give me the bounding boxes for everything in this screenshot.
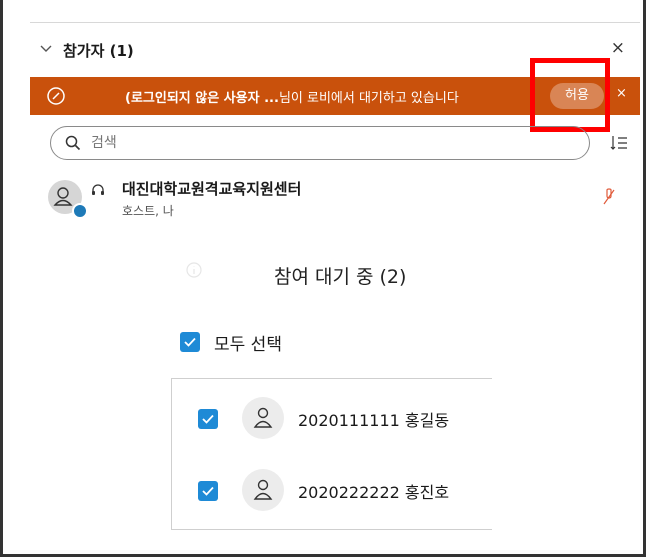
sort-icon[interactable] [610, 134, 628, 156]
headset-icon [90, 182, 106, 202]
list-item[interactable]: 2020222222 홍진호 [172, 463, 493, 517]
list-item[interactable]: 2020111111 홍길동 [172, 391, 493, 445]
participant-name: 2020111111 홍길동 [298, 411, 450, 430]
info-icon [186, 262, 202, 282]
search-icon [65, 135, 81, 155]
waiting-title: 참여 대기 중 (2) [274, 266, 407, 288]
avatar [242, 469, 284, 511]
mic-muted-icon[interactable] [602, 188, 616, 210]
person-icon [253, 407, 273, 428]
participants-title: 참가자 (1) [63, 42, 134, 60]
search-input[interactable] [91, 133, 571, 153]
host-participant-row[interactable]: 대진대학교원격교육지원센터 호스트, 나 [48, 176, 638, 220]
highlight-box [530, 58, 610, 132]
lobby-notification-text: (로그인되지 않은 사용자 ...님이 로비에서 대기하고 있습니다 [125, 87, 459, 106]
close-panel-button[interactable]: × [611, 38, 625, 58]
checkbox-checked-icon[interactable] [180, 332, 200, 352]
search-box[interactable] [50, 126, 590, 160]
avatar [242, 397, 284, 439]
select-all-label: 모두 선택 [214, 335, 282, 355]
close-banner-button[interactable]: × [616, 86, 627, 101]
waiting-list: 2020111111 홍길동 2020222222 홍진호 [171, 378, 492, 530]
lobby-user-name: (로그인되지 않은 사용자 ... [125, 91, 279, 106]
host-role: 호스트, 나 [122, 204, 174, 218]
chevron-down-icon[interactable] [39, 40, 53, 59]
lobby-alert-icon [46, 86, 66, 110]
lobby-message: 님이 로비에서 대기하고 있습니다 [278, 91, 459, 106]
host-name: 대진대학교원격교육지원센터 [122, 180, 302, 198]
checkbox-checked-icon[interactable] [198, 481, 218, 501]
divider [30, 22, 640, 23]
person-icon [253, 479, 273, 500]
status-badge [72, 203, 88, 219]
checkbox-checked-icon[interactable] [198, 409, 218, 429]
participant-name: 2020222222 홍진호 [298, 483, 450, 502]
